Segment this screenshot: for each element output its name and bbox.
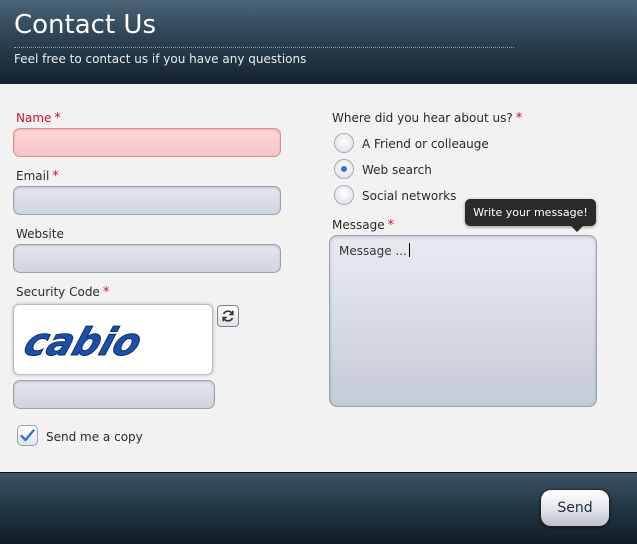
header-divider [14, 47, 514, 48]
security-code-label-text: Security Code [16, 285, 100, 299]
header: Contact Us Feel free to contact us if yo… [0, 0, 637, 84]
website-field[interactable] [13, 244, 281, 273]
captcha-glyphs: cabio [19, 321, 148, 365]
check-icon [20, 429, 35, 442]
radio-selected-dot [341, 166, 347, 172]
radio-friend[interactable] [334, 133, 354, 153]
website-label: Website [16, 227, 64, 241]
send-button[interactable]: Send [540, 489, 610, 527]
radio-social-networks[interactable] [334, 185, 354, 205]
message-content: Message ... [339, 243, 410, 258]
email-label-text: Email [16, 169, 50, 183]
message-tooltip: Write your message! [465, 199, 596, 232]
security-code-field[interactable] [13, 380, 215, 409]
required-star: * [102, 285, 110, 300]
website-label-text: Website [16, 227, 64, 241]
required-star: * [54, 111, 61, 126]
required-star: * [515, 111, 523, 126]
radio-friend-label: A Friend or colleauge [362, 137, 489, 151]
name-field[interactable] [13, 128, 281, 157]
message-text: Message ... [339, 244, 407, 258]
refresh-captcha-button[interactable] [217, 305, 239, 327]
name-label-text: Name [16, 111, 52, 125]
name-label: Name * [16, 111, 61, 126]
tooltip-arrow [571, 226, 583, 232]
radio-social-networks-label: Social networks [362, 189, 457, 203]
message-label: Message * [332, 218, 394, 233]
text-caret [408, 243, 410, 257]
radio-web-search-label: Web search [362, 163, 432, 177]
message-label-text: Message [332, 218, 385, 232]
message-textarea[interactable]: Message ... [329, 235, 597, 407]
required-star: * [52, 169, 59, 184]
email-label: Email * [16, 169, 59, 184]
tooltip-text: Write your message! [473, 206, 588, 219]
captcha-image: cabio [13, 304, 213, 375]
hear-about-label: Where did you hear about us? * [332, 111, 522, 126]
email-field[interactable] [13, 186, 281, 215]
security-code-label: Security Code * [16, 285, 109, 300]
required-star: * [387, 218, 395, 233]
send-copy-label: Send me a copy [46, 430, 143, 444]
send-copy-checkbox[interactable] [17, 425, 38, 446]
page-title: Contact Us [14, 10, 156, 40]
page-subtitle: Feel free to contact us if you have any … [14, 52, 307, 66]
hear-about-label-text: Where did you hear about us? [332, 111, 513, 125]
radio-web-search[interactable] [334, 159, 354, 179]
refresh-icon [222, 310, 234, 322]
captcha-text: cabio [18, 320, 148, 365]
